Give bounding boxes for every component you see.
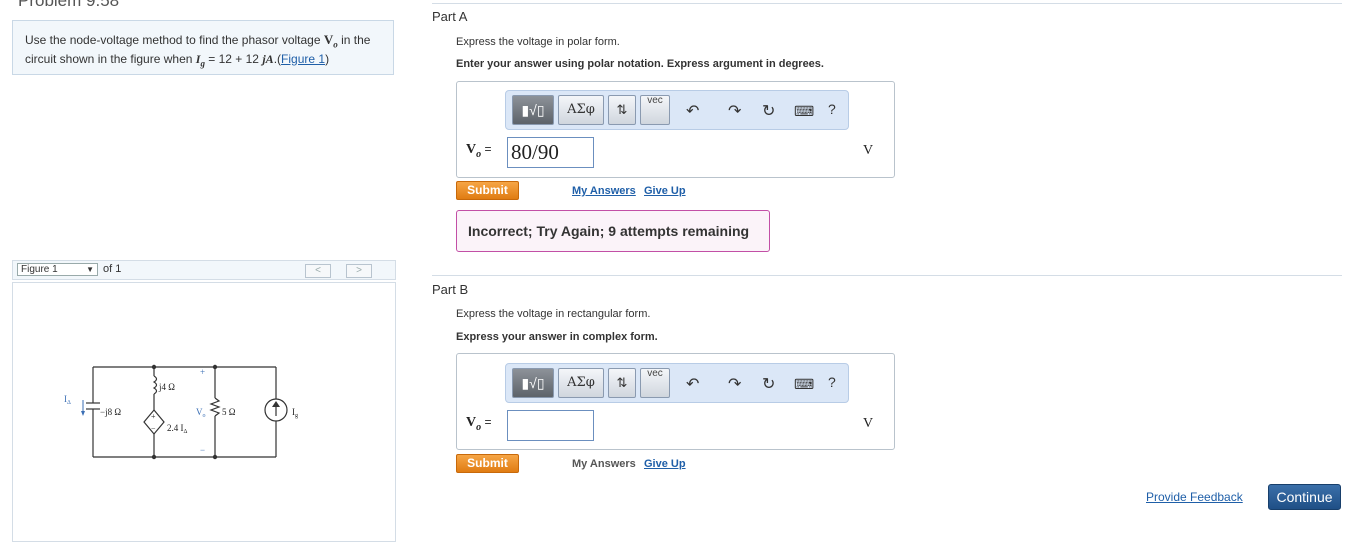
keyboard-icon[interactable]: ⌨ (794, 103, 814, 120)
part-b-instruction: Express the voltage in rectangular form. (456, 308, 651, 320)
part-b-answer-format: Express your answer in complex form. (456, 331, 658, 343)
figure-link[interactable]: Figure 1 (281, 52, 325, 66)
part-a-instruction: Express the voltage in polar form. (456, 36, 620, 48)
capacitor-label: −j8 Ω (100, 407, 121, 417)
reset-icon[interactable]: ↻ (762, 374, 775, 394)
dependent-source-label: 2.4 IΔ (167, 423, 188, 435)
feedback-message: Incorrect; Try Again; 9 attempts remaini… (456, 210, 770, 252)
resistor-label: 5 Ω (222, 407, 236, 417)
dep-plus: + (151, 412, 156, 421)
part-b-math-toolbar: ▮√▯ ΑΣφ ⇅ vec ↶ ↷ ↻ ⌨ ? (505, 363, 849, 403)
help-button[interactable]: ? (828, 101, 836, 117)
part-b-variable-label: Vo = (466, 415, 492, 433)
problem-statement: Use the node-voltage method to find the … (12, 20, 394, 75)
problem-text: Use the node-voltage method to find the … (25, 33, 324, 47)
greek-symbols-button[interactable]: ΑΣφ (558, 95, 604, 125)
part-b-answer-input[interactable] (507, 410, 594, 441)
figure-select[interactable]: Figure 1 ▼ (17, 263, 98, 276)
dropdown-arrow-icon: ▼ (86, 265, 94, 274)
part-a-submit-button[interactable]: Submit (456, 181, 519, 200)
part-b-unit: V (863, 416, 874, 431)
templates-button[interactable]: ▮√▯ (512, 95, 554, 125)
redo-icon[interactable]: ↷ (728, 374, 741, 394)
undo-icon[interactable]: ↶ (686, 374, 699, 394)
part-a-answer-format: Enter your answer using polar notation. … (456, 58, 824, 70)
ig-label: Ig (292, 407, 298, 419)
part-b-my-answers-link: My Answers (572, 458, 636, 470)
vo-label: Vo (196, 407, 206, 419)
part-b-give-up-link[interactable]: Give Up (644, 458, 686, 470)
reset-icon[interactable]: ↻ (762, 101, 775, 121)
divider (432, 3, 1342, 4)
previous-figure-button[interactable]: < (305, 264, 331, 278)
undo-icon[interactable]: ↶ (686, 101, 699, 121)
vo-minus: − (200, 445, 205, 455)
vector-button[interactable]: vec (640, 95, 670, 125)
circuit-diagram: IΔ −j8 Ω j4 Ω 2.4 IΔ Vo 5 Ω Ig + − + − (64, 364, 298, 460)
part-b-submit-button[interactable]: Submit (456, 454, 519, 473)
figure-count: of 1 (103, 263, 122, 275)
part-a-variable-label: Vo = (466, 142, 492, 160)
templates-button[interactable]: ▮√▯ (512, 368, 554, 398)
part-a-math-toolbar: ▮√▯ ΑΣφ ⇅ vec ↶ ↷ ↻ ⌨ ? (505, 90, 849, 130)
greek-symbols-button[interactable]: ΑΣφ (558, 368, 604, 398)
part-a-title: Part A (432, 9, 468, 24)
keyboard-icon[interactable]: ⌨ (794, 376, 814, 393)
help-button[interactable]: ? (828, 374, 836, 390)
provide-feedback-link[interactable]: Provide Feedback (1146, 490, 1243, 504)
part-a-unit: V (863, 143, 874, 158)
arrows-button[interactable]: ⇅ (608, 368, 636, 398)
vo-symbol: Vo (323, 32, 338, 50)
part-a-give-up-link[interactable]: Give Up (644, 185, 686, 197)
redo-icon[interactable]: ↷ (728, 101, 741, 121)
continue-button[interactable]: Continue (1268, 484, 1341, 510)
vo-plus: + (200, 367, 205, 377)
inductor-label: j4 Ω (158, 382, 175, 392)
problem-title: Problem 9.58 (18, 0, 120, 10)
part-b-title: Part B (432, 282, 469, 297)
next-figure-button[interactable]: > (346, 264, 372, 278)
idelta-label: IΔ (64, 394, 71, 406)
arrows-button[interactable]: ⇅ (608, 95, 636, 125)
vector-button[interactable]: vec (640, 368, 670, 398)
dep-minus: − (151, 424, 156, 433)
ig-symbol: Ig (195, 51, 205, 68)
part-a-my-answers-link[interactable]: My Answers (572, 185, 636, 197)
divider (432, 275, 1342, 276)
part-a-answer-input[interactable]: 80/90 (507, 137, 594, 168)
